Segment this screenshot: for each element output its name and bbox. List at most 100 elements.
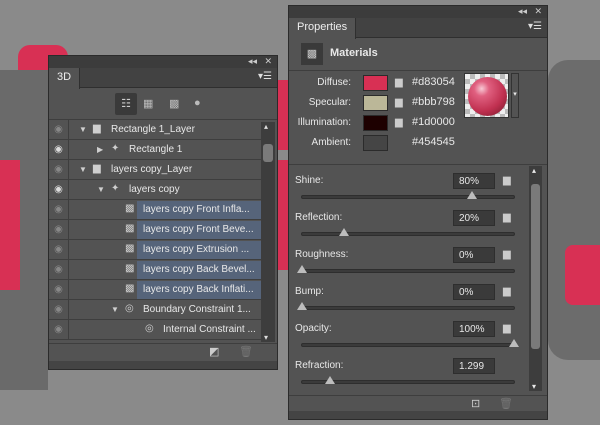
slider-track[interactable] — [297, 265, 515, 273]
trash-icon[interactable]: 🗑 — [499, 397, 513, 410]
color-section: ▾ Diffuse: ▆ #d83054 Specular: ▆ #bbb798 Ill… — [289, 71, 547, 165]
row-label: layers copy Front Infla... — [143, 204, 250, 215]
visibility-eye-icon[interactable]: ◉ — [49, 120, 69, 140]
tree-row[interactable]: ◉ ▼ ▆ Rectangle 1_Layer — [49, 120, 261, 140]
tree-row[interactable]: ◉ ▩ layers copy Back Bevel... — [49, 260, 261, 280]
folder-icon[interactable]: ▆ — [395, 77, 403, 88]
materials-icon: ▩ — [301, 43, 323, 65]
row-label: Rectangle 1_Layer — [111, 124, 195, 135]
resize-grip[interactable] — [49, 361, 277, 369]
panel-titlebar[interactable]: ◂◂ ✕ — [49, 56, 277, 68]
color-swatch[interactable] — [363, 115, 388, 131]
slider-handle[interactable] — [297, 265, 307, 273]
panel-menu-icon[interactable]: ▾☰ — [528, 21, 542, 32]
scroll-down-icon[interactable]: ▾ — [264, 333, 268, 342]
value-input[interactable]: 0% — [453, 284, 495, 300]
section-title: Materials — [330, 47, 378, 59]
color-label: Illumination: — [297, 117, 351, 128]
constraint-icon: ◎ — [145, 323, 154, 334]
value-input[interactable]: 80% — [453, 173, 495, 189]
render-icon[interactable]: ⊡ — [471, 397, 480, 410]
tree-row[interactable]: ◉ ▼ ◎ Boundary Constraint 1... — [49, 300, 261, 320]
expand-arrow-icon[interactable]: ▼ — [97, 185, 105, 194]
visibility-eye-icon[interactable]: ◉ — [49, 280, 69, 300]
tree-row[interactable]: ◉ ▩ layers copy Extrusion ... — [49, 240, 261, 260]
slider-handle[interactable] — [466, 191, 477, 199]
slider-handle[interactable] — [509, 339, 519, 347]
visibility-eye-icon[interactable]: ◉ — [49, 300, 69, 320]
mesh-icon[interactable]: ▦ — [143, 97, 153, 110]
visibility-eye-icon[interactable]: ◉ — [49, 140, 69, 160]
tree-row[interactable]: ◉ ▼ ▆ layers copy_Layer — [49, 160, 261, 180]
visibility-eye-icon[interactable]: ◉ — [49, 200, 69, 220]
value-input[interactable]: 20% — [453, 210, 495, 226]
slider-track[interactable] — [301, 228, 515, 236]
value-input[interactable]: 0% — [453, 247, 495, 263]
folder-icon[interactable]: ▆ — [503, 175, 511, 186]
slider-track[interactable] — [301, 376, 515, 384]
properties-scrollbar[interactable]: ▴ ▾ — [529, 166, 542, 391]
visibility-eye-icon[interactable]: ◉ — [49, 260, 69, 280]
slider-track[interactable] — [301, 191, 515, 199]
color-swatch[interactable] — [363, 95, 388, 111]
collapse-arrow-icon[interactable]: ▶ — [97, 145, 103, 154]
tree-row[interactable]: ◉ ▩ layers copy Front Infla... — [49, 200, 261, 220]
expand-arrow-icon[interactable]: ▼ — [79, 165, 87, 174]
visibility-eye-icon[interactable]: ◉ — [49, 160, 69, 180]
tree-row[interactable]: ◉ ▩ layers copy Back Inflati... — [49, 280, 261, 300]
tree-scrollbar[interactable]: ▴ ▾ — [261, 122, 275, 342]
row-label: layers copy Back Bevel... — [143, 264, 255, 275]
folder-icon[interactable]: ▆ — [395, 97, 403, 108]
collapse-icon[interactable]: ◂◂ — [248, 56, 257, 67]
resize-grip[interactable] — [289, 411, 547, 419]
light-icon[interactable]: ● — [194, 97, 201, 109]
materials-icon[interactable]: ▩ — [169, 97, 179, 110]
color-label: Ambient: — [311, 137, 351, 148]
visibility-eye-icon[interactable]: ◉ — [49, 240, 69, 260]
panel-titlebar[interactable]: ◂◂ ✕ — [289, 6, 547, 18]
new-item-icon[interactable]: ◩ — [209, 345, 219, 358]
color-label: Diffuse: — [317, 77, 351, 88]
value-input[interactable]: 100% — [453, 321, 495, 337]
close-icon[interactable]: ✕ — [534, 6, 542, 17]
tab-properties[interactable]: Properties — [289, 18, 357, 39]
slider-section: Shine: 80% ▆ Reflection: 20% ▆ Roughness: 0%… — [289, 165, 547, 395]
panel-footer: ◩ 🗑 — [49, 343, 277, 359]
visibility-eye-icon[interactable]: ◉ — [49, 220, 69, 240]
slider-handle[interactable] — [324, 376, 335, 384]
folder-icon[interactable]: ▆ — [503, 212, 511, 223]
row-label: layers copy_Layer — [111, 164, 193, 175]
folder-icon[interactable]: ▆ — [395, 117, 403, 128]
tree-row[interactable]: ◉ ▩ layers copy Front Beve... — [49, 220, 261, 240]
tree-row[interactable]: ◉ ▼ ✦ layers copy — [49, 180, 261, 200]
scene-icon[interactable]: ☷ — [115, 93, 137, 115]
folder-icon[interactable]: ▆ — [503, 286, 511, 297]
folder-icon[interactable]: ▆ — [503, 323, 511, 334]
slider-track[interactable] — [301, 339, 519, 347]
scroll-up-icon[interactable]: ▴ — [264, 122, 268, 131]
slider-track[interactable] — [297, 302, 515, 310]
panel-menu-icon[interactable]: ▾☰ — [258, 71, 272, 82]
expand-arrow-icon[interactable]: ▼ — [111, 305, 119, 314]
tree-row[interactable]: ◉ ◎ Internal Constraint ... — [49, 320, 261, 340]
color-label: Specular: — [308, 97, 351, 108]
value-input[interactable]: 1.299 — [453, 358, 495, 374]
expand-arrow-icon[interactable]: ▼ — [79, 125, 87, 134]
trash-icon[interactable]: 🗑 — [239, 345, 253, 358]
preview-dropdown-icon[interactable]: ▾ — [511, 73, 519, 118]
scroll-down-icon[interactable]: ▾ — [532, 382, 536, 391]
slider-handle[interactable] — [339, 228, 350, 236]
close-icon[interactable]: ✕ — [264, 56, 272, 67]
color-swatch[interactable] — [363, 75, 388, 91]
visibility-eye-icon[interactable]: ◉ — [49, 180, 69, 200]
slider-handle[interactable] — [297, 302, 307, 310]
visibility-eye-icon[interactable]: ◉ — [49, 320, 69, 340]
scroll-up-icon[interactable]: ▴ — [532, 166, 536, 175]
folder-icon[interactable]: ▆ — [503, 249, 511, 260]
color-swatch[interactable] — [363, 135, 388, 151]
tree-row[interactable]: ◉ ▶ ✦ Rectangle 1 — [49, 140, 261, 160]
tab-3d[interactable]: 3D — [49, 68, 81, 89]
collapse-icon[interactable]: ◂◂ — [518, 6, 527, 17]
material-preview[interactable] — [464, 73, 509, 118]
slider-label: Bump: — [295, 286, 324, 297]
